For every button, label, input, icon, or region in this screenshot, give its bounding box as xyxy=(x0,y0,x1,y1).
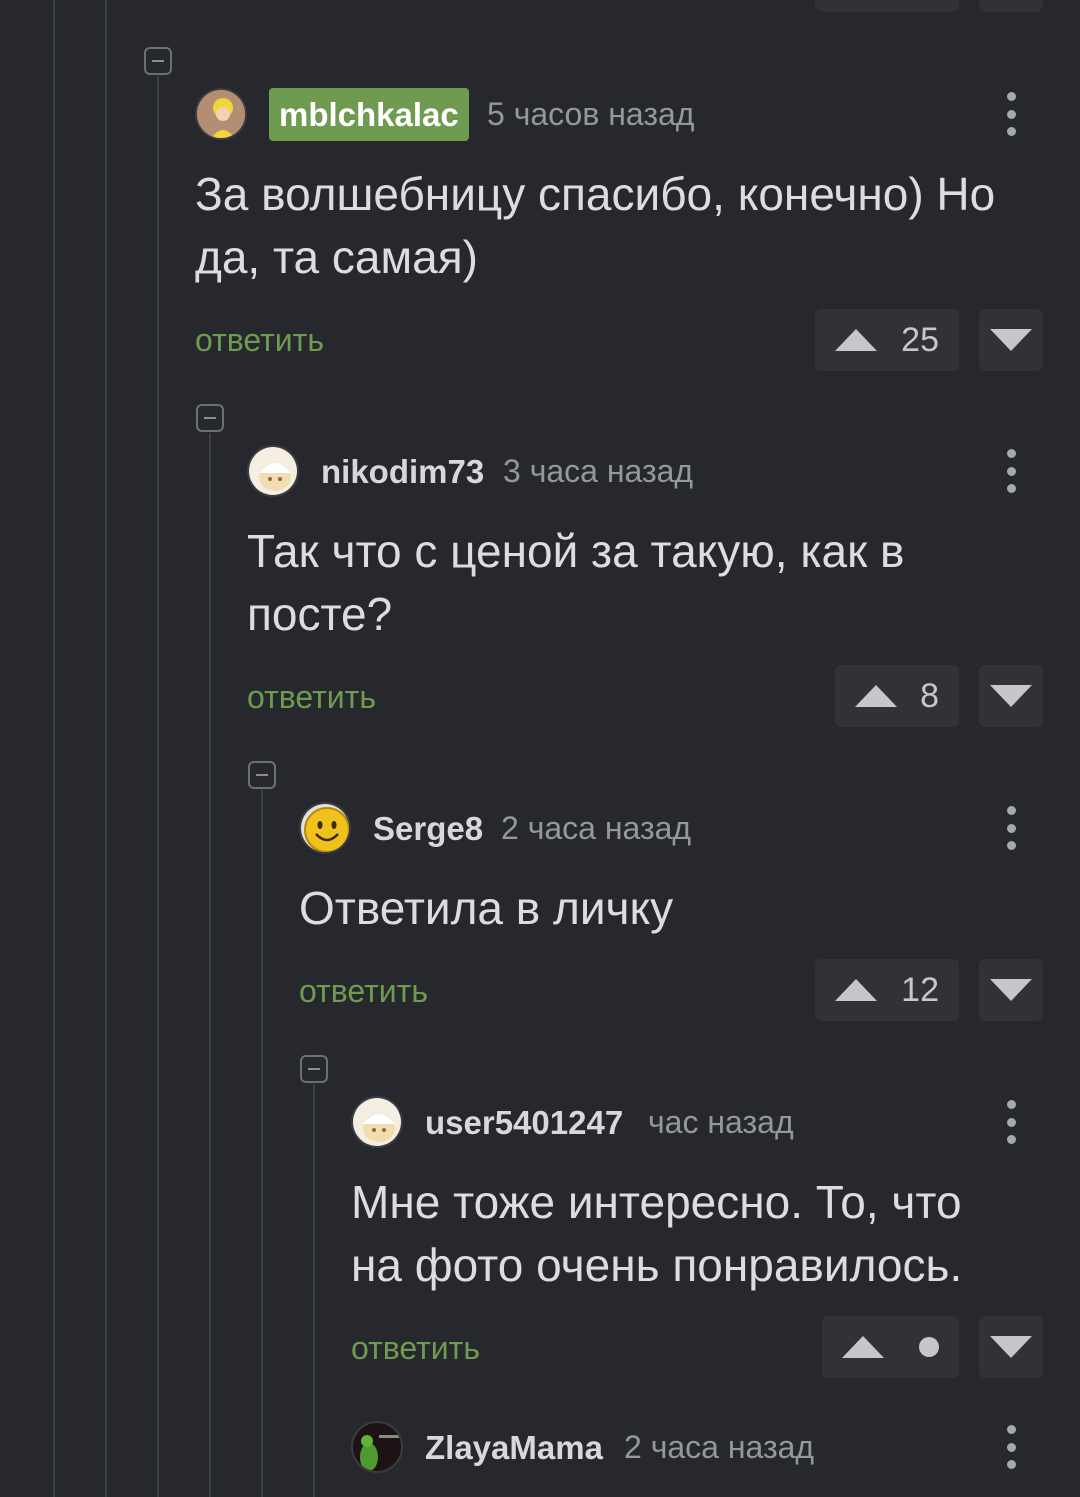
downvote-icon xyxy=(990,329,1032,351)
collapse-toggle[interactable] xyxy=(248,761,276,789)
more-options-icon[interactable] xyxy=(1006,806,1016,850)
username[interactable]: nikodim73 xyxy=(321,455,484,488)
comment-text: Мне тоже интересно. То, что на фото очен… xyxy=(351,1171,962,1297)
comment-time: 5 часов назад xyxy=(487,96,695,132)
thread-line xyxy=(53,0,55,1497)
username-badge[interactable]: mblchkalac xyxy=(269,88,469,141)
avatar[interactable] xyxy=(195,88,247,140)
avatar[interactable] xyxy=(351,1421,403,1473)
vote-score: 25 xyxy=(901,321,939,359)
more-options-icon[interactable] xyxy=(1006,92,1016,136)
comment-text-line: на фото очень понравилось. xyxy=(351,1239,963,1291)
username[interactable]: ZlayaMama xyxy=(425,1431,603,1464)
thread-line xyxy=(209,433,211,1497)
comment-text-line: Ответила в личку xyxy=(299,882,674,934)
comment-time: 3 часа назад xyxy=(503,453,694,489)
more-options-icon[interactable] xyxy=(1006,1100,1016,1144)
downvote-icon xyxy=(990,979,1032,1001)
collapse-toggle[interactable] xyxy=(144,47,172,75)
reply-link[interactable]: ответить xyxy=(247,681,376,713)
avatar[interactable] xyxy=(351,1096,403,1148)
upvote-button[interactable] xyxy=(822,1316,959,1378)
prev-vote-button[interactable] xyxy=(815,0,959,12)
reply-link[interactable]: ответить xyxy=(351,1332,480,1364)
upvote-icon xyxy=(835,329,877,351)
comment-text-line: Так что с ценой за такую, как в xyxy=(247,525,905,577)
vote-score-hidden-dot xyxy=(919,1337,939,1357)
vote-score: 8 xyxy=(920,677,939,715)
downvote-button[interactable] xyxy=(979,665,1043,727)
downvote-icon xyxy=(990,685,1032,707)
downvote-button[interactable] xyxy=(979,309,1043,371)
thread-line xyxy=(105,0,107,1497)
comment-time: 2 часа назад xyxy=(501,810,692,846)
comment-text-line: да, та самая) xyxy=(195,231,478,283)
vote-score: 12 xyxy=(901,971,939,1009)
upvote-icon xyxy=(842,1336,884,1358)
comment-text: За волшебницу спасибо, конечно) Но да, т… xyxy=(195,163,995,289)
upvote-icon xyxy=(855,685,897,707)
more-options-icon[interactable] xyxy=(1006,449,1016,493)
reply-link[interactable]: ответить xyxy=(299,975,428,1007)
downvote-button[interactable] xyxy=(979,1316,1043,1378)
avatar[interactable] xyxy=(299,802,351,854)
comment-text-line: За волшебницу спасибо, конечно) Но xyxy=(195,168,996,220)
comment-time: 2 часа назад xyxy=(624,1429,815,1465)
username[interactable]: user5401247 xyxy=(425,1106,623,1139)
upvote-icon xyxy=(835,979,877,1001)
avatar[interactable] xyxy=(247,445,299,497)
upvote-button[interactable]: 25 xyxy=(815,309,959,371)
thread-line xyxy=(261,790,263,1497)
downvote-button[interactable] xyxy=(979,959,1043,1021)
upvote-button[interactable]: 8 xyxy=(835,665,959,727)
collapse-toggle[interactable] xyxy=(300,1055,328,1083)
username[interactable]: Serge8 xyxy=(373,812,483,845)
comment-text-line: Мне тоже интересно. То, что xyxy=(351,1176,962,1228)
comment-text: Ответила в личку xyxy=(299,877,673,940)
thread-line xyxy=(313,1084,315,1497)
collapse-toggle[interactable] xyxy=(196,404,224,432)
comment-time: час назад xyxy=(648,1104,794,1140)
comment-text-line: посте? xyxy=(247,588,393,640)
comment-text: Так что с ценой за такую, как в посте? xyxy=(247,520,904,646)
reply-link[interactable]: ответить xyxy=(195,324,324,356)
prev-vote-down-button[interactable] xyxy=(979,0,1043,12)
thread-line xyxy=(157,76,159,1497)
more-options-icon[interactable] xyxy=(1006,1425,1016,1469)
downvote-icon xyxy=(990,1336,1032,1358)
upvote-button[interactable]: 12 xyxy=(815,959,959,1021)
